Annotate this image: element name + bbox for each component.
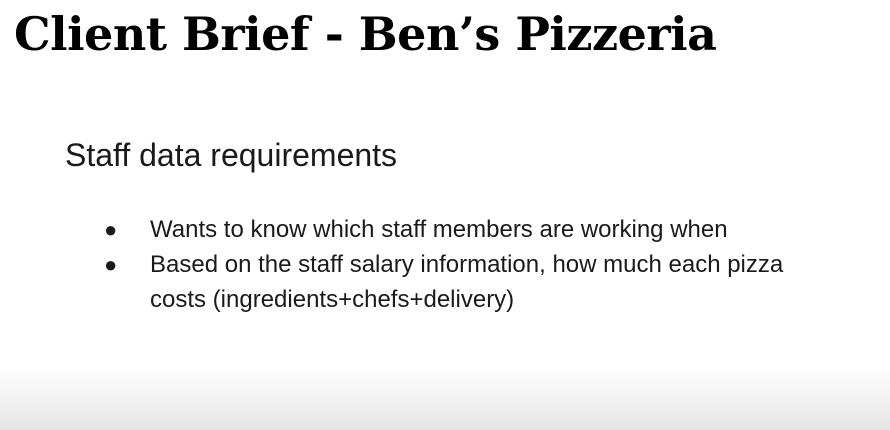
bullet-item: ● Wants to know which staff members are … — [100, 212, 800, 247]
bullet-icon: ● — [104, 217, 118, 242]
bullet-text: Based on the staff salary information, h… — [150, 251, 784, 313]
bullet-text: Wants to know which staff members are wo… — [150, 216, 728, 243]
slide: Client Brief - Ben’s Pizzeria Staff data… — [0, 0, 890, 430]
slide-title: Client Brief - Ben’s Pizzeria — [14, 7, 717, 61]
slide-subtitle: Staff data requirements — [65, 137, 398, 173]
bullet-item: ● Based on the staff salary information,… — [100, 247, 800, 317]
bullet-icon: ● — [104, 252, 118, 277]
bullet-list: ● Wants to know which staff members are … — [100, 212, 800, 317]
